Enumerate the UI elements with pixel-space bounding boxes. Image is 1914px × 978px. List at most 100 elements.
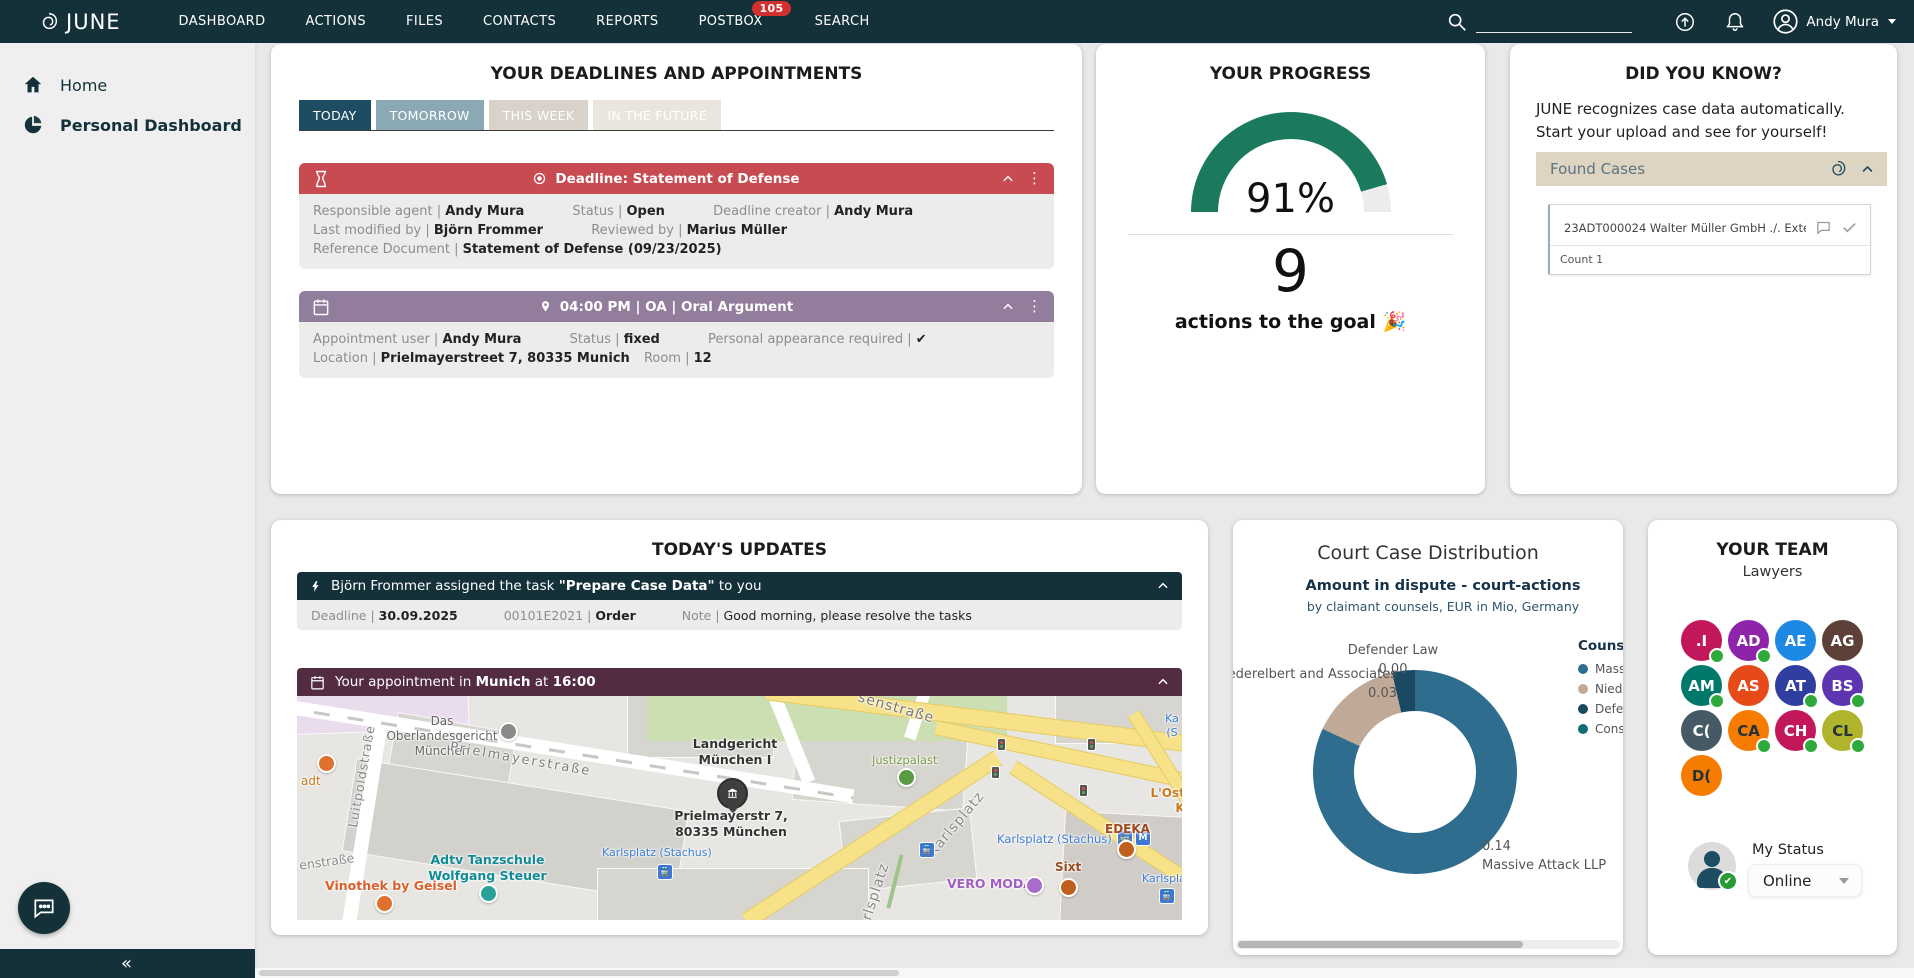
scrollbar-thumb[interactable] (1238, 941, 1523, 948)
avatar-head-shape (1704, 851, 1720, 867)
user-menu[interactable]: Andy Mura (1772, 8, 1896, 35)
avatar-initials: D( (1692, 767, 1711, 785)
sidebar-item-home[interactable]: Home (0, 65, 255, 105)
tab-this-week[interactable]: THIS WEEK (489, 100, 589, 130)
team-member-avatar[interactable]: CL (1822, 710, 1863, 751)
team-member-avatar[interactable]: BS (1822, 665, 1863, 706)
team-member-avatar[interactable]: AM (1681, 665, 1722, 706)
chart-horizontal-scrollbar (1236, 940, 1620, 949)
team-member-avatar[interactable]: CH (1775, 710, 1816, 751)
legend-dot (1578, 664, 1588, 674)
search-icon[interactable] (1446, 11, 1468, 33)
chevron-down-icon (1888, 19, 1896, 24)
team-member-avatar[interactable]: CA (1728, 710, 1769, 751)
kebab-menu-icon[interactable]: ⋮ (1027, 299, 1042, 314)
map[interactable]: Das Oberlandesgericht München Prielmayer… (297, 696, 1182, 920)
top-navbar: JUNE DASHBOARD ACTIONS FILES CONTACTS RE… (0, 0, 1914, 43)
task-banner[interactable]: Björn Frommer assigned the task "Prepare… (297, 572, 1182, 600)
map-label-adt: adt (301, 774, 321, 788)
brand-logo[interactable]: JUNE (38, 10, 121, 34)
june-swirl-icon (38, 11, 60, 33)
chat-fab-button[interactable] (18, 882, 70, 934)
online-check-badge: ✔ (1718, 871, 1738, 891)
deadline-header[interactable]: Deadline: Statement of Defense ⋮ (299, 163, 1054, 194)
home-icon (22, 74, 44, 96)
status-select[interactable]: Online (1748, 864, 1862, 897)
online-status-dot (1756, 648, 1772, 664)
team-member-avatar[interactable]: AD (1728, 620, 1769, 661)
found-case-row[interactable]: 23ADT000024 Walter Müller GmbH ./. Exter… (1550, 205, 1870, 246)
collapse-chevron-icon[interactable] (1001, 172, 1015, 186)
team-member-avatar[interactable]: D( (1681, 755, 1722, 796)
nav-item-reports[interactable]: REPORTS (594, 10, 660, 33)
nav-item-search[interactable]: SEARCH (813, 10, 872, 33)
deadline-title: Deadline: Statement of Defense (555, 171, 799, 187)
collapse-chevron-icon[interactable] (1156, 579, 1170, 593)
collapse-chevron-icon[interactable] (1001, 300, 1015, 314)
avatar-initials: CH (1784, 722, 1808, 740)
online-status-dot (1803, 738, 1819, 754)
upload-icon[interactable] (1674, 11, 1696, 33)
appointment-header[interactable]: 04:00 PM | OA | Oral Argument ⋮ (299, 291, 1054, 322)
progress-percent: 91% (1096, 176, 1485, 222)
avatar-initials: CL (1832, 722, 1853, 740)
updates-card-title: TODAY'S UPDATES (271, 540, 1208, 560)
team-member-avatar[interactable]: AS (1728, 665, 1769, 706)
kebab-menu-icon[interactable]: ⋮ (1027, 171, 1042, 186)
team-member-avatar[interactable]: .I (1681, 620, 1722, 661)
shop-poi-icon (1117, 840, 1136, 859)
legend-dot (1578, 724, 1588, 734)
map-label-stachus-c: Karlsplatz (Sta (1142, 872, 1182, 885)
sbahn-station-icon: 🚆 (1159, 888, 1175, 904)
avatar-initials: AD (1736, 632, 1760, 650)
map-poi-icon (897, 768, 916, 787)
map-appointment-banner[interactable]: Your appointment in Munich at 16:00 (297, 668, 1182, 696)
legend-item: Niedere (1578, 682, 1623, 696)
nav-item-postbox[interactable]: POSTBOX 105 (697, 10, 765, 33)
courthouse-pin-icon[interactable] (717, 778, 748, 809)
map-label-address: Prielmayerstr 7, 80335 München (669, 808, 793, 839)
tab-today[interactable]: TODAY (299, 100, 371, 130)
search-input[interactable] (1476, 10, 1632, 33)
team-member-avatar[interactable]: C( (1681, 710, 1722, 751)
user-avatar-icon (1772, 8, 1799, 35)
sbahn-station-icon: 🚆 (657, 864, 673, 880)
legend-label: Massive (1595, 662, 1623, 676)
avatar-initials: AS (1737, 677, 1759, 695)
collapse-chevron-icon[interactable] (1156, 675, 1170, 689)
map-poi-icon (317, 754, 336, 773)
team-member-avatar[interactable]: AE (1775, 620, 1816, 661)
found-cases-accordion[interactable]: Found Cases (1536, 152, 1887, 186)
scrollbar-thumb[interactable] (259, 970, 899, 976)
appointment-title-wrap: 04:00 PM | OA | Oral Argument (331, 299, 1001, 315)
nav-item-dashboard[interactable]: DASHBOARD (177, 10, 268, 33)
legend-item: Massive (1578, 662, 1623, 676)
deadline-details: Responsible agent | Andy Mura Status | O… (299, 194, 1054, 269)
tab-in-the-future[interactable]: IN THE FUTURE (593, 100, 721, 130)
notifications-bell-icon[interactable] (1724, 11, 1746, 33)
chevron-up-icon[interactable] (1860, 162, 1875, 177)
comment-icon[interactable] (1815, 219, 1832, 236)
nav-item-contacts[interactable]: CONTACTS (481, 10, 558, 33)
avatar-initials: .I (1696, 632, 1707, 650)
pie-chart-icon (22, 114, 44, 136)
found-cases-label: Found Cases (1550, 160, 1828, 178)
dyk-title: DID YOU KNOW? (1510, 64, 1897, 84)
online-status-dot (1850, 738, 1866, 754)
status-value: Online (1749, 872, 1839, 890)
check-icon[interactable] (1841, 219, 1858, 236)
tab-tomorrow[interactable]: TOMORROW (376, 100, 484, 130)
nav-item-actions[interactable]: ACTIONS (303, 10, 368, 33)
legend-item: Consum (1578, 722, 1623, 736)
page-horizontal-scrollbar (255, 968, 1914, 978)
sidebar-collapse-button[interactable]: « (0, 949, 255, 978)
avatar-initials: AT (1785, 677, 1806, 695)
avatar-initials: AG (1831, 632, 1855, 650)
legend-dot (1578, 704, 1588, 714)
team-member-avatar[interactable]: AT (1775, 665, 1816, 706)
team-member-avatar[interactable]: AG (1822, 620, 1863, 661)
appointment-title: 04:00 PM | OA | Oral Argument (560, 299, 793, 315)
sidebar-item-personal-dashboard[interactable]: Personal Dashboard (0, 105, 255, 145)
traffic-light-icon (1087, 738, 1096, 751)
nav-item-files[interactable]: FILES (404, 10, 445, 33)
